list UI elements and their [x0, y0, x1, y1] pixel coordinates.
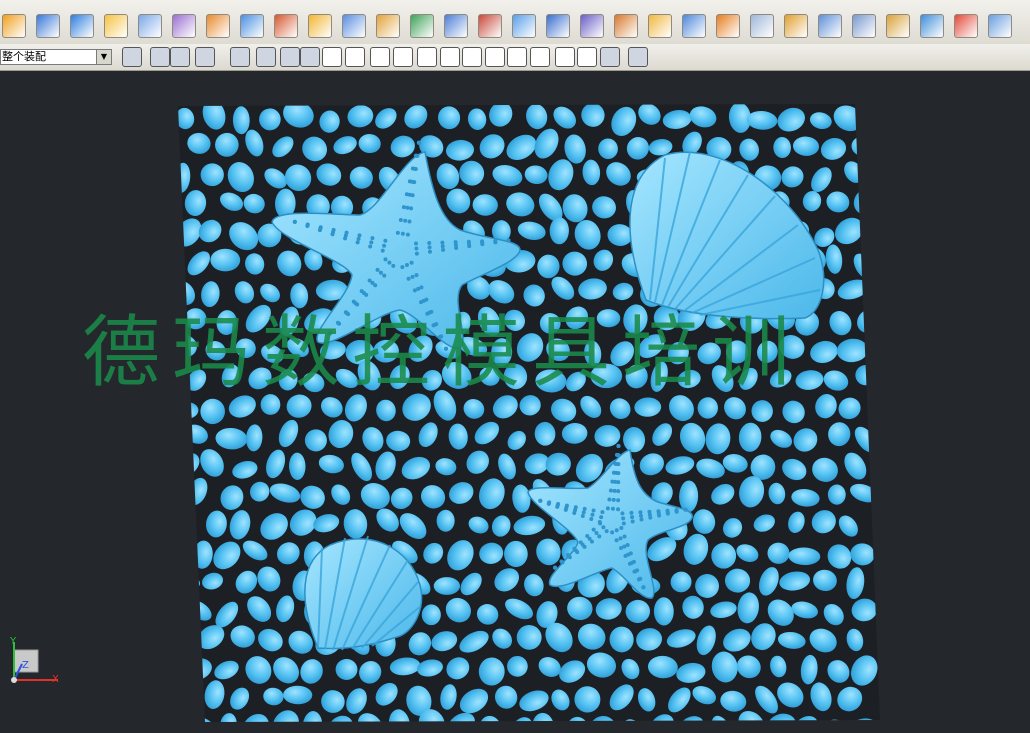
circle-point-icon[interactable] [485, 47, 505, 67]
relief-model [178, 104, 880, 722]
target-icon[interactable] [507, 47, 527, 67]
measure-icon[interactable] [150, 47, 170, 67]
library-icon[interactable] [580, 14, 604, 38]
axis-triad: Y X Z [8, 636, 64, 688]
pebble [200, 398, 225, 425]
box-select-icon[interactable] [256, 47, 276, 67]
line-icon[interactable] [370, 47, 390, 67]
axis-x-label: X [52, 674, 59, 685]
graphics-viewport[interactable]: 德玛数控模具培训 Y X Z [0, 71, 1030, 733]
filter-icon[interactable] [122, 47, 142, 67]
bounded-plane-icon[interactable] [274, 14, 298, 38]
shell-icon[interactable] [954, 14, 978, 38]
pebble [178, 685, 195, 712]
mesh-icon[interactable] [308, 14, 332, 38]
spline-icon[interactable] [440, 47, 460, 67]
pebble [436, 509, 455, 532]
solid-icon[interactable] [300, 47, 320, 67]
slash-icon[interactable] [555, 47, 575, 67]
box-icon[interactable] [682, 14, 706, 38]
block-icon[interactable] [70, 14, 94, 38]
extrude-icon[interactable] [886, 14, 910, 38]
datum-icon[interactable] [444, 14, 468, 38]
chevron-down-icon[interactable]: ▼ [96, 50, 111, 64]
face-icon[interactable] [104, 14, 128, 38]
render-icon[interactable] [784, 14, 808, 38]
grid-icon[interactable] [600, 47, 620, 67]
book-icon[interactable] [546, 14, 570, 38]
plane-icon[interactable] [818, 14, 842, 38]
select-icon[interactable] [195, 47, 215, 67]
dropdown-icon[interactable] [230, 47, 250, 67]
main-toolbar [0, 0, 1030, 45]
shade-icon[interactable] [138, 14, 162, 38]
snap-icon[interactable] [170, 47, 190, 67]
angle-icon[interactable] [462, 47, 482, 67]
pebble [433, 577, 461, 595]
pebble [178, 517, 195, 539]
pebble [210, 248, 241, 272]
diagonal-icon[interactable] [393, 47, 413, 67]
watermark-text: 德玛数控模具培训 [82, 308, 803, 398]
stop-icon[interactable] [628, 47, 648, 67]
view-icon[interactable] [280, 47, 300, 67]
sweep-icon[interactable] [342, 14, 366, 38]
pebble [178, 577, 200, 595]
axis-z-label: Z [22, 660, 29, 671]
pattern-icon[interactable] [376, 14, 400, 38]
selection-toolbar [0, 44, 1030, 71]
plus-icon[interactable] [530, 47, 550, 67]
nodes-icon[interactable] [345, 47, 365, 67]
window-icon[interactable] [988, 14, 1012, 38]
points-icon[interactable] [322, 47, 342, 67]
assembly-icon[interactable] [2, 14, 26, 38]
pebble [335, 658, 358, 680]
assembly-scope-select[interactable]: 整个装配 ▼ [0, 49, 112, 65]
curve-icon[interactable] [417, 47, 437, 67]
assembly-scope-value: 整个装配 [2, 50, 46, 63]
cube-icon[interactable] [648, 14, 672, 38]
pen-icon[interactable] [577, 47, 597, 67]
layer-icon[interactable] [172, 14, 196, 38]
trim-icon[interactable] [512, 14, 536, 38]
axis-y-label: Y [10, 636, 17, 647]
split-icon[interactable] [478, 14, 502, 38]
component-icon[interactable] [36, 14, 60, 38]
fold-icon[interactable] [750, 14, 774, 38]
pebble [178, 629, 201, 655]
sketch-icon[interactable] [240, 14, 264, 38]
transform-icon[interactable] [410, 14, 434, 38]
export-icon[interactable] [716, 14, 740, 38]
stack-icon[interactable] [614, 14, 638, 38]
cylinder-icon[interactable] [206, 14, 230, 38]
chamfer-icon[interactable] [920, 14, 944, 38]
tube-icon[interactable] [852, 14, 876, 38]
